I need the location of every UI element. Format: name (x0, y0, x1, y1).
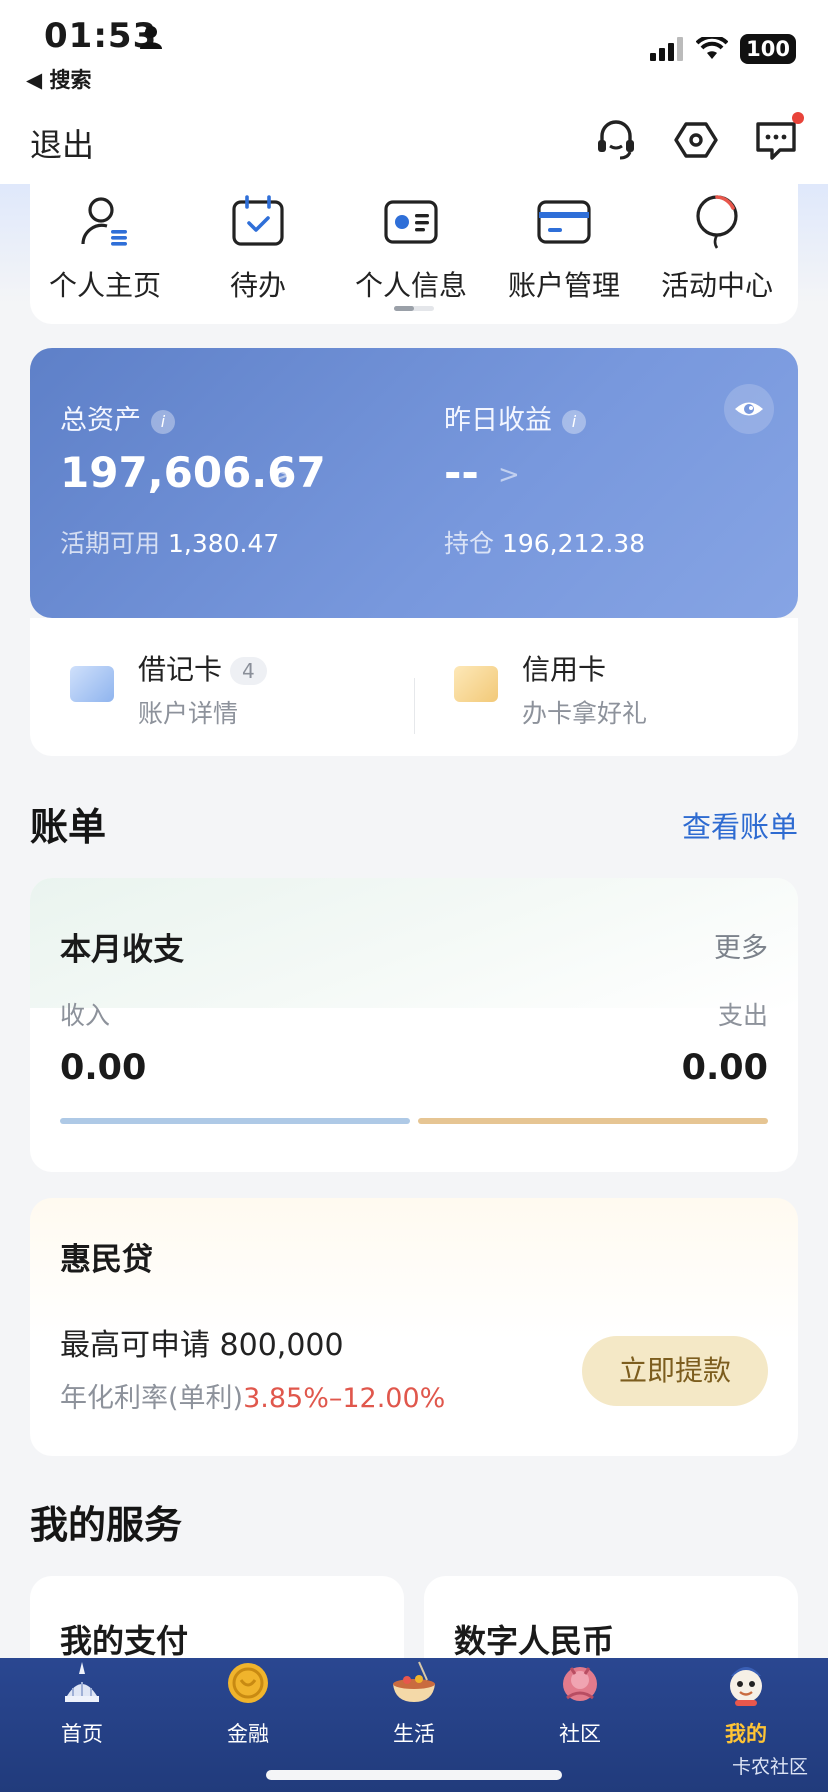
message-icon (756, 122, 796, 160)
expense-bar (418, 1118, 768, 1124)
total-assets-label-text: 总资产 (60, 405, 141, 436)
available-value: 1,380.47 (167, 529, 280, 558)
wifi-icon (696, 37, 729, 59)
debit-card-icon (70, 666, 114, 702)
tab-home[interactable]: 首页 (32, 1658, 132, 1748)
battery-indicator: 100 (740, 34, 796, 64)
quick-item-label: 账户管理 (507, 269, 620, 302)
holding-value: 196,212.38 (501, 529, 646, 558)
service-card-title: 我的支付 (60, 1622, 189, 1660)
holding-balance: 持仓 196,212.38 (444, 524, 645, 560)
customer-service-icon[interactable] (592, 116, 640, 164)
expense-label: 支出 (717, 1001, 768, 1030)
quick-item-label: 待办 (229, 269, 286, 302)
service-card-title: 数字人民币 (454, 1622, 615, 1660)
quick-item-profile[interactable]: 个人信息 (336, 194, 486, 304)
bank-card-icon (537, 200, 591, 244)
credit-card-title: 信用卡 (522, 653, 607, 686)
withdraw-now-button[interactable]: 立即提款 (582, 1336, 768, 1406)
income-bar (60, 1118, 410, 1124)
quick-item-account[interactable]: 账户管理 (489, 194, 639, 304)
tab-label: 社区 (559, 1722, 601, 1746)
quick-item-label: 活动中心 (660, 269, 773, 302)
quick-item-home[interactable]: 个人主页 (30, 194, 180, 304)
mascot-icon (730, 1667, 762, 1706)
top-bar: 退出 (0, 100, 828, 184)
signal-icon (650, 37, 684, 61)
income-value: 0.00 (60, 1048, 147, 1088)
unread-dot (792, 112, 804, 124)
expense-value: 0.00 (681, 1048, 768, 1088)
card-entry-row: 借记卡 4 账户详情 信用卡 办卡拿好礼 (30, 618, 798, 756)
toggle-visibility-button[interactable] (724, 384, 774, 434)
status-bar: 01:53 ◀ 搜索 100 (0, 0, 828, 100)
total-assets-label: 总资产 i (60, 398, 175, 437)
divider (414, 678, 415, 734)
chevron-right-icon: > (270, 460, 292, 490)
tab-finance[interactable]: 金融 (198, 1658, 298, 1748)
eye-icon (735, 402, 763, 416)
quick-item-activity[interactable]: 活动中心 (642, 194, 792, 304)
info-icon[interactable]: i (151, 409, 175, 434)
services-section-title: 我的服务 (30, 1503, 183, 1547)
quick-menu-pager (394, 306, 434, 311)
loan-rate: 年化利率(单利)3.85%–12.00% (60, 1376, 445, 1415)
home-indicator[interactable] (266, 1770, 562, 1780)
exit-button[interactable]: 退出 (30, 120, 94, 166)
gold-coin-icon (228, 1663, 268, 1703)
status-indicators: 100 (650, 34, 796, 64)
debit-card-title: 借记卡 4 (138, 648, 267, 688)
info-icon[interactable]: i (562, 409, 586, 434)
tab-label: 生活 (393, 1722, 435, 1746)
yesterday-income-value[interactable]: -- (444, 448, 479, 497)
settings-icon[interactable] (672, 116, 720, 164)
quick-menu: 个人主页 待办 个人信息 账户管理 活动中心 (30, 184, 798, 324)
food-bowl-icon (393, 1661, 435, 1702)
yesterday-income-label: 昨日收益 i (444, 398, 586, 437)
community-icon (563, 1667, 597, 1701)
available-label: 活期可用 (60, 529, 161, 558)
calendar-check-icon (232, 195, 284, 246)
loan-card[interactable]: 惠民贷 最高可申请 800,000 年化利率(单利)3.85%–12.00% 立… (30, 1198, 798, 1456)
tab-mine[interactable]: 我的 (696, 1658, 796, 1748)
id-card-icon (384, 200, 438, 244)
bill-section-title: 账单 (30, 805, 107, 849)
loan-rate-label: 年化利率(单利) (60, 1383, 244, 1414)
tab-label: 金融 (227, 1722, 269, 1746)
monthly-bill-card[interactable]: 本月收支 更多 收入 支出 0.00 0.00 (30, 878, 798, 1172)
tab-life[interactable]: 生活 (364, 1658, 464, 1748)
loan-rate-value: 3.85%–12.00% (243, 1383, 446, 1414)
bottom-tab-bar: 首页 金融 生活 社区 我的 卡农社区 (0, 1658, 828, 1792)
watermark-text: 卡农社区 (731, 1756, 808, 1778)
credit-card-subtitle: 办卡拿好礼 (522, 699, 648, 728)
quick-item-label: 个人信息 (354, 269, 467, 302)
balloon-icon (696, 195, 738, 249)
holding-label: 持仓 (444, 529, 495, 558)
user-list-icon (81, 197, 127, 246)
person-icon (140, 26, 162, 49)
yesterday-income-label-text: 昨日收益 (444, 405, 552, 436)
loan-max-amount: 最高可申请 800,000 (60, 1328, 344, 1363)
debit-card-subtitle: 账户详情 (138, 699, 239, 728)
chevron-right-icon: > (498, 460, 520, 490)
tab-label: 我的 (725, 1722, 767, 1746)
monthly-bill-title: 本月收支 (60, 932, 184, 968)
available-balance: 活期可用 1,380.47 (60, 524, 279, 560)
asset-card[interactable]: 总资产 i 197,606.67 > 活期可用 1,380.47 昨日收益 i --… (30, 348, 798, 618)
landmark-icon (65, 1662, 99, 1702)
income-label: 收入 (60, 1001, 111, 1030)
quick-item-todo[interactable]: 待办 (183, 194, 333, 304)
back-to-search-link[interactable]: ◀ 搜索 (26, 64, 91, 94)
view-bill-link[interactable]: 查看账单 (682, 804, 798, 846)
debit-card-title-text: 借记卡 (138, 653, 223, 686)
messages-button[interactable] (752, 112, 804, 164)
tab-community[interactable]: 社区 (530, 1658, 630, 1748)
credit-card-icon (454, 666, 498, 702)
debit-card-count-badge: 4 (230, 657, 267, 685)
tab-label: 首页 (61, 1722, 103, 1746)
bill-more-link[interactable]: 更多 (714, 926, 768, 965)
quick-item-label: 个人主页 (48, 269, 161, 302)
loan-title: 惠民贷 (60, 1242, 153, 1278)
